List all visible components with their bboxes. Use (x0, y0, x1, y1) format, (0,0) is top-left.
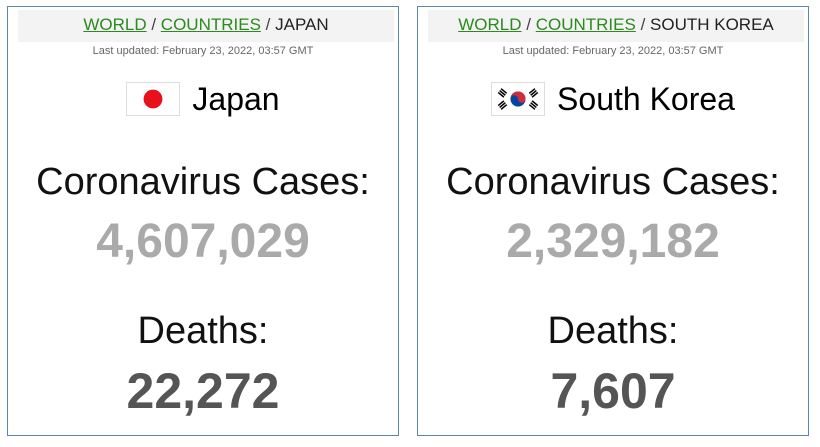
japan-flag-icon (126, 82, 181, 116)
breadcrumb-world-link[interactable]: WORLD (458, 15, 521, 34)
breadcrumb-separator: / (640, 15, 651, 34)
last-updated: Last updated: February 23, 2022, 03:57 G… (502, 45, 724, 57)
cases-count: 2,329,182 (506, 215, 720, 268)
deaths-label: Deaths: (547, 310, 679, 352)
breadcrumb-countries-link[interactable]: COUNTRIES (161, 15, 261, 34)
cases-label: Coronavirus Cases: (446, 161, 780, 203)
breadcrumb-world-link[interactable]: WORLD (83, 15, 146, 34)
breadcrumb-separator: / (526, 15, 536, 34)
breadcrumb-countries-link[interactable]: COUNTRIES (536, 15, 636, 34)
south-korea-flag-icon (491, 82, 546, 116)
breadcrumb: WORLD / COUNTRIES / JAPAN (18, 10, 394, 42)
country-name: South Korea (557, 80, 735, 117)
deaths-label: Deaths: (137, 310, 269, 352)
country-panel-japan: WORLD / COUNTRIES / JAPAN Last updated: … (7, 6, 399, 436)
last-updated: Last updated: February 23, 2022, 03:57 G… (92, 45, 314, 57)
breadcrumb-separator: / (151, 15, 161, 34)
breadcrumb-separator: / (265, 15, 276, 34)
breadcrumb-current: SOUTH KOREA (650, 15, 774, 34)
breadcrumb: WORLD / COUNTRIES / SOUTH KOREA (428, 10, 804, 42)
country-panel-south-korea: WORLD / COUNTRIES / SOUTH KOREA Last upd… (417, 6, 809, 436)
deaths-count: 7,607 (550, 363, 676, 419)
country-header: Japan (8, 79, 398, 119)
cases-count: 4,607,029 (96, 215, 310, 268)
country-header: South Korea (418, 79, 808, 119)
cases-label: Coronavirus Cases: (36, 161, 370, 203)
country-name: Japan (192, 80, 280, 117)
deaths-count: 22,272 (126, 363, 280, 419)
breadcrumb-current: JAPAN (275, 15, 329, 34)
